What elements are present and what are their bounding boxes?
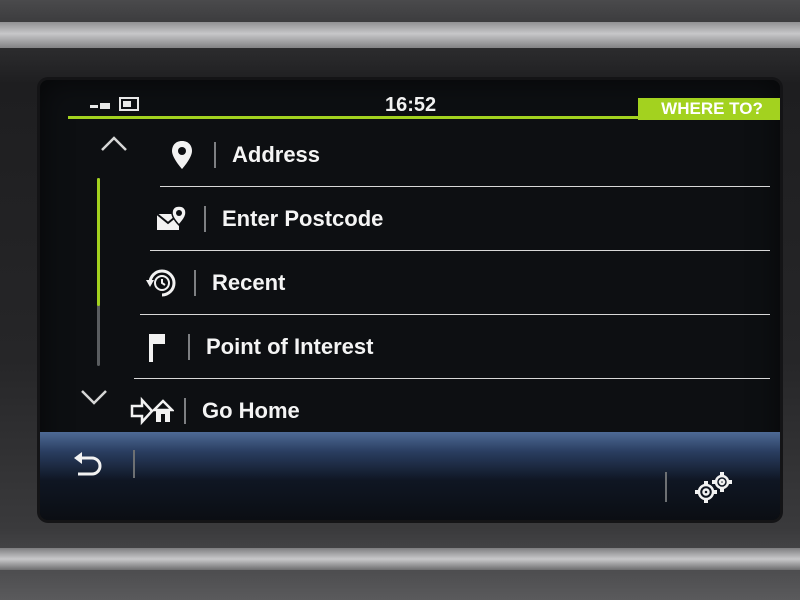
menu-item-label: Address <box>232 142 321 167</box>
infotainment-screen: 16:52 WHERE TO? Address Enter Postcode R… <box>40 80 780 520</box>
back-arrow-icon[interactable] <box>70 450 104 480</box>
menu-separator <box>184 398 186 424</box>
menu-item-label: Enter Postcode <box>222 206 384 231</box>
clock-time: 16:52 <box>385 94 437 116</box>
bottom-separator <box>133 450 135 478</box>
settings-gears-icon[interactable] <box>692 470 736 506</box>
recent-clock-icon <box>140 263 184 303</box>
menu-separator <box>194 270 196 296</box>
go-home-icon <box>130 391 174 431</box>
dashboard-trim-bottom <box>0 548 800 570</box>
status-accent-line <box>68 116 780 119</box>
menu-separator <box>214 142 216 168</box>
bottom-separator <box>665 472 667 502</box>
location-pin-icon <box>160 135 204 175</box>
menu-item-recent[interactable]: Recent <box>140 252 770 315</box>
menu-separator <box>188 334 190 360</box>
menu-item-label: Recent <box>212 270 286 295</box>
menu-separator <box>204 206 206 232</box>
flag-icon <box>134 327 178 367</box>
chevron-down-icon[interactable] <box>78 385 110 409</box>
postcode-envelope-pin-icon <box>150 199 194 239</box>
menu-item-address[interactable]: Address <box>160 124 770 187</box>
dashboard-trim-top <box>0 22 800 48</box>
scrollbar-thumb[interactable] <box>97 178 100 306</box>
bottom-bar <box>40 432 780 520</box>
menu-item-enter-postcode[interactable]: Enter Postcode <box>150 188 770 251</box>
menu-item-label: Point of Interest <box>206 334 374 359</box>
status-bar: 16:52 WHERE TO? <box>40 80 780 120</box>
menu-item-label: Go Home <box>202 398 300 423</box>
destination-menu: Address Enter Postcode Recent Point of I… <box>120 120 770 443</box>
battery-status-icon <box>90 96 150 112</box>
scrollbar[interactable] <box>97 178 100 366</box>
menu-item-point-of-interest[interactable]: Point of Interest <box>134 316 770 379</box>
